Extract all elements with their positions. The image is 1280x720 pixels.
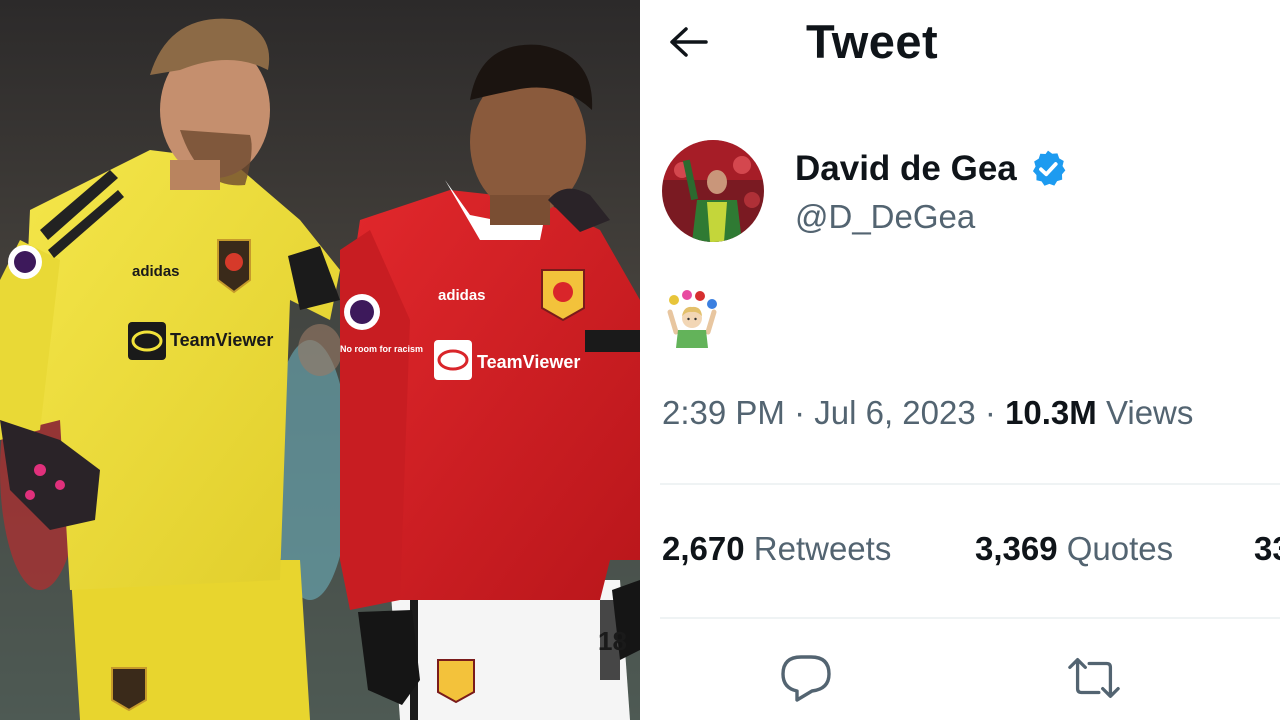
tweet-date[interactable]: Jul 6, 2023 bbox=[814, 394, 975, 431]
divider-2 bbox=[660, 617, 1280, 619]
views-label: Views bbox=[1105, 394, 1194, 431]
back-button[interactable] bbox=[662, 18, 714, 66]
retweet-button[interactable] bbox=[1066, 652, 1122, 704]
gk-brand-text: adidas bbox=[132, 263, 180, 280]
sleeve-badge-text: No room for racism bbox=[340, 344, 423, 354]
photo-illustration: adidas TeamViewer adidas TeamViewer No r… bbox=[0, 0, 640, 720]
outfield-sponsor-text: TeamViewer bbox=[477, 352, 580, 372]
likes-count: 33 bbox=[1254, 530, 1280, 567]
display-name-row: David de Gea bbox=[795, 148, 1069, 190]
news-photo: adidas TeamViewer adidas TeamViewer No r… bbox=[0, 0, 640, 720]
reply-button[interactable] bbox=[778, 652, 834, 704]
gk-sponsor-text: TeamViewer bbox=[170, 330, 273, 350]
avatar[interactable] bbox=[662, 140, 764, 242]
tweet-panel: Tweet David de Gea @D_DeGea 2:39 PM · Ju… bbox=[640, 0, 1280, 720]
retweets-stat[interactable]: 2,670 Retweets bbox=[662, 530, 891, 568]
tweet-author: David de Gea @D_DeGea bbox=[662, 140, 1262, 244]
meta-separator: · bbox=[794, 394, 806, 431]
likes-stat[interactable]: 33 bbox=[1254, 530, 1280, 568]
retweets-label: Retweets bbox=[753, 530, 892, 567]
divider bbox=[660, 483, 1280, 485]
avatar-image bbox=[662, 140, 764, 242]
reply-icon bbox=[781, 655, 831, 702]
quotes-stat[interactable]: 3,369 Quotes bbox=[975, 530, 1173, 568]
verified-badge-icon bbox=[1027, 148, 1069, 190]
screenshot-root: adidas TeamViewer adidas TeamViewer No r… bbox=[0, 0, 1280, 720]
meta-separator-2: · bbox=[984, 394, 996, 431]
tweet-text bbox=[662, 290, 722, 352]
tweet-header: Tweet bbox=[640, 0, 1280, 84]
outfield-brand-text: adidas bbox=[438, 287, 486, 304]
display-name[interactable]: David de Gea bbox=[795, 149, 1017, 189]
retweets-count: 2,670 bbox=[662, 530, 745, 567]
tweet-actions bbox=[640, 640, 1280, 720]
quotes-count: 3,369 bbox=[975, 530, 1058, 567]
juggler-emoji-icon bbox=[667, 290, 717, 348]
retweet-icon bbox=[1068, 658, 1120, 698]
tweet-meta: 2:39 PM · Jul 6, 2023 · 10.3M Views bbox=[662, 394, 1193, 432]
arrow-left-icon bbox=[670, 27, 708, 57]
views-count: 10.3M bbox=[1005, 394, 1097, 431]
quotes-label: Quotes bbox=[1066, 530, 1174, 567]
page-title: Tweet bbox=[806, 15, 939, 68]
user-handle[interactable]: @D_DeGea bbox=[795, 198, 975, 236]
shorts-number-text: 18 bbox=[598, 626, 627, 656]
tweet-time[interactable]: 2:39 PM bbox=[662, 394, 785, 431]
